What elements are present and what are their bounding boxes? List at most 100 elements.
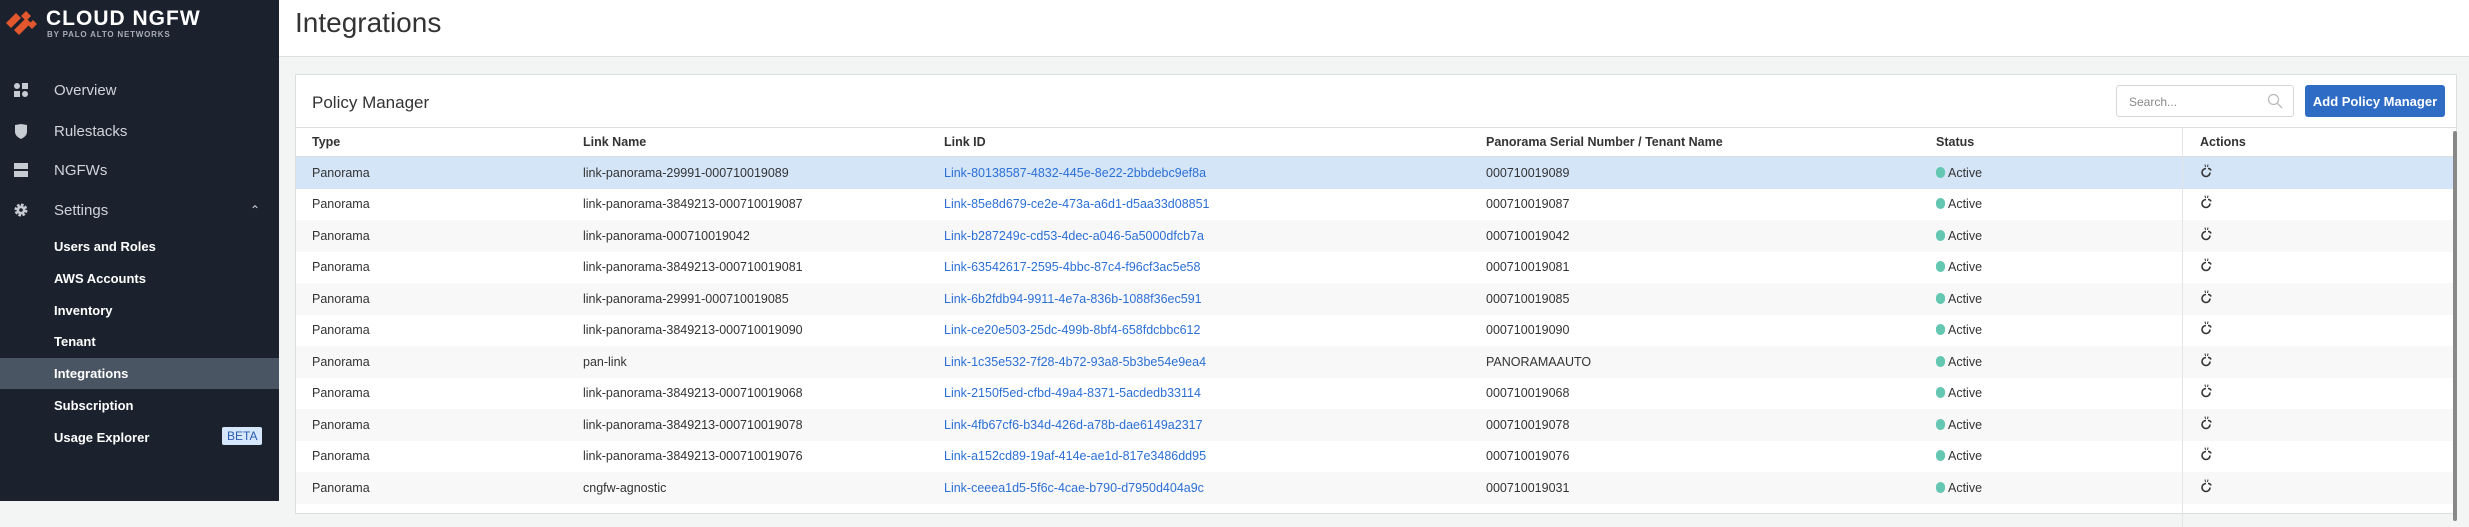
link-id-link[interactable]: Link-6b2fdb94-9911-4e7a-836b-1088f36ec59… (944, 292, 1202, 306)
table-row[interactable]: Panorama link-panorama-3849213-0007100190… (296, 378, 2456, 410)
table-row[interactable]: Panorama link-panorama-3849213-0007100190… (296, 252, 2456, 284)
table-row[interactable]: Panorama link-panorama-29991-000710019085… (296, 283, 2456, 315)
link-name-cell: link-panorama-29991-000710019089 (583, 165, 789, 180)
status-cell: Active (1936, 229, 1982, 243)
unlink-icon[interactable] (2200, 447, 2214, 465)
sidebar-subitem-integrations[interactable]: Integrations (0, 358, 279, 390)
sidebar: CLOUD NGFW BY PALO ALTO NETWORKS Overvie… (0, 0, 279, 501)
table-row[interactable]: Panorama cngfw-agnostic Link-ceeea1d5-5f6c… (296, 472, 2456, 504)
sidebar-item-rulestacks[interactable]: Rulestacks (0, 115, 279, 147)
column-header[interactable]: Panorama Serial Number / Tenant Name (1486, 135, 1723, 149)
unlink-icon[interactable] (2200, 290, 2214, 307)
policy-manager-card: Policy Manager Search... Add Policy Mana… (295, 74, 2457, 527)
sidebar-item-settings[interactable]: Settings ⌃ (0, 194, 279, 226)
column-header[interactable]: Link ID (944, 135, 986, 149)
status-active-dot (1936, 229, 1945, 241)
table-row[interactable]: Panorama link-panorama-3849213-0007100190… (296, 189, 2456, 221)
policy-manager-table: Type Link Name Link ID Panorama Serial Numb… (296, 127, 2456, 504)
status-active-dot (1936, 355, 1945, 367)
brand-subtitle: BY PALO ALTO NETWORKS (47, 30, 171, 39)
sidebar-subitem-subscription[interactable]: Subscription (0, 390, 279, 421)
sidebar-subitem-label: Subscription (54, 398, 134, 413)
link-name-cell: link-panorama-000710019042 (583, 228, 750, 243)
link-name-cell: link-panorama-3849213-000710019076 (583, 449, 803, 464)
unlink-icon[interactable] (2200, 384, 2214, 402)
table-row[interactable]: Panorama link-panorama-29991-000710019089… (296, 157, 2456, 189)
page-title: Integrations (295, 7, 442, 38)
unlink-icon[interactable] (2200, 195, 2214, 213)
scrollbar[interactable] (2453, 131, 2457, 521)
link-id-link[interactable]: Link-63542617-2595-4bbc-87c4-f96cf3ac5e5… (944, 260, 1200, 274)
link-id-link[interactable]: Link-ce20e503-25dc-499b-8bf4-658fdcbbc61… (944, 323, 1200, 337)
sidebar-item-overview[interactable]: Overview (0, 74, 279, 106)
table-row[interactable]: Panorama link-panorama-3849213-0007100190… (296, 441, 2456, 473)
link-id-link[interactable]: Link-80138587-4832-445e-8e22-2bbdebc9ef8… (944, 166, 1206, 180)
table-row[interactable]: Panorama link-panorama-3849213-0007100190… (296, 409, 2456, 441)
sidebar-subitem-users-and-roles[interactable]: Users and Roles (0, 231, 279, 262)
table-row[interactable]: Panorama link-panorama-3849213-0007100190… (296, 315, 2456, 347)
link-id-link[interactable]: Link-ceeea1d5-5f6c-4cae-b790-d7950d404a9… (944, 481, 1204, 495)
server-icon (13, 162, 29, 178)
link-name-cell: cngfw-agnostic (583, 480, 667, 495)
table-row[interactable]: Panorama link-panorama-000710019042 Link-b… (296, 220, 2456, 252)
status-cell: Active (1936, 418, 1982, 432)
link-id-link[interactable]: Link-4fb67cf6-b34d-426d-a78b-dae6149a231… (944, 418, 1203, 432)
status-cell: Active (1936, 260, 1982, 274)
type-cell: Panorama (312, 228, 370, 243)
link-id-link[interactable]: Link-1c35e532-7f28-4b72-93a8-5b3be54e9ea… (944, 355, 1206, 369)
type-cell: Panorama (312, 197, 370, 212)
link-name-cell: link-panorama-3849213-000710019081 (583, 260, 803, 275)
unlink-icon[interactable] (2200, 227, 2214, 244)
table-row[interactable]: Panorama pan-link Link-1c35e532-7f28-4b72-… (296, 346, 2456, 378)
chevron-up-icon[interactable]: ⌃ (250, 203, 260, 217)
brand-logo[interactable]: CLOUD NGFW BY PALO ALTO NETWORKS (4, 8, 201, 39)
status-active-dot (1936, 481, 1945, 493)
status-active-dot (1936, 418, 1945, 430)
column-header[interactable]: Actions (2200, 135, 2246, 149)
status-text: Active (1948, 260, 1983, 275)
table-header-row: Type Link Name Link ID Panorama Serial Numb… (296, 128, 2456, 157)
link-id-link[interactable]: Link-b287249c-cd53-4dec-a046-5a5000dfcb7… (944, 229, 1204, 243)
unlink-icon[interactable] (2200, 321, 2214, 339)
unlink-icon[interactable] (2200, 479, 2214, 496)
column-header[interactable]: Status (1936, 135, 1974, 149)
gear-icon (13, 202, 29, 218)
status-text: Active (1948, 197, 1983, 212)
status-cell: Active (1936, 355, 1982, 369)
status-cell: Active (1936, 481, 1982, 495)
unlink-icon[interactable] (2200, 416, 2214, 433)
unlink-icon[interactable] (2200, 164, 2214, 181)
column-header[interactable]: Type (312, 135, 340, 149)
status-text: Active (1948, 417, 1983, 432)
status-cell: Active (1936, 449, 1982, 463)
link-name-cell: link-panorama-29991-000710019085 (583, 291, 789, 306)
link-name-cell: link-panorama-3849213-000710019078 (583, 417, 803, 432)
status-active-dot (1936, 166, 1945, 178)
status-active-dot (1936, 450, 1945, 462)
status-active-dot (1936, 387, 1945, 399)
status-active-dot (1936, 324, 1945, 336)
unlink-icon[interactable] (2200, 258, 2214, 276)
beta-badge: BETA (222, 426, 263, 445)
status-text: Active (1948, 386, 1983, 401)
sidebar-subitem-tenant[interactable]: Tenant (0, 326, 279, 357)
link-id-link[interactable]: Link-2150f5ed-cfbd-49a4-8371-5acdedb3311… (944, 386, 1201, 400)
add-policy-manager-button[interactable]: Add Policy Manager (2305, 85, 2445, 117)
unlink-icon[interactable] (2200, 353, 2214, 370)
type-cell: Panorama (312, 291, 370, 306)
sidebar-item-ngfws[interactable]: NGFWs (0, 154, 279, 186)
link-id-link[interactable]: Link-a152cd89-19af-414e-ae1d-817e3486dd9… (944, 449, 1206, 463)
sidebar-item-label: NGFWs (54, 161, 108, 179)
column-header[interactable]: Link Name (583, 135, 646, 149)
sidebar-item-label: Overview (54, 81, 117, 99)
brand-name: CLOUD NGFW (46, 7, 201, 30)
sidebar-subitem-inventory[interactable]: Inventory (0, 295, 279, 326)
sidebar-subitem-usage-explorer[interactable]: Usage Explorer BETA (0, 422, 279, 453)
status-cell: Active (1936, 323, 1982, 337)
link-name-cell: link-panorama-3849213-000710019068 (583, 386, 803, 401)
link-id-link[interactable]: Link-85e8d679-ce2e-473a-a6d1-d5aa33d0885… (944, 197, 1210, 211)
sidebar-subitem-aws-accounts[interactable]: AWS Accounts (0, 263, 279, 294)
search-input[interactable]: Search... (2116, 85, 2294, 117)
card-title: Policy Manager (312, 93, 430, 112)
serial-cell: 000710019089 (1486, 165, 1570, 180)
